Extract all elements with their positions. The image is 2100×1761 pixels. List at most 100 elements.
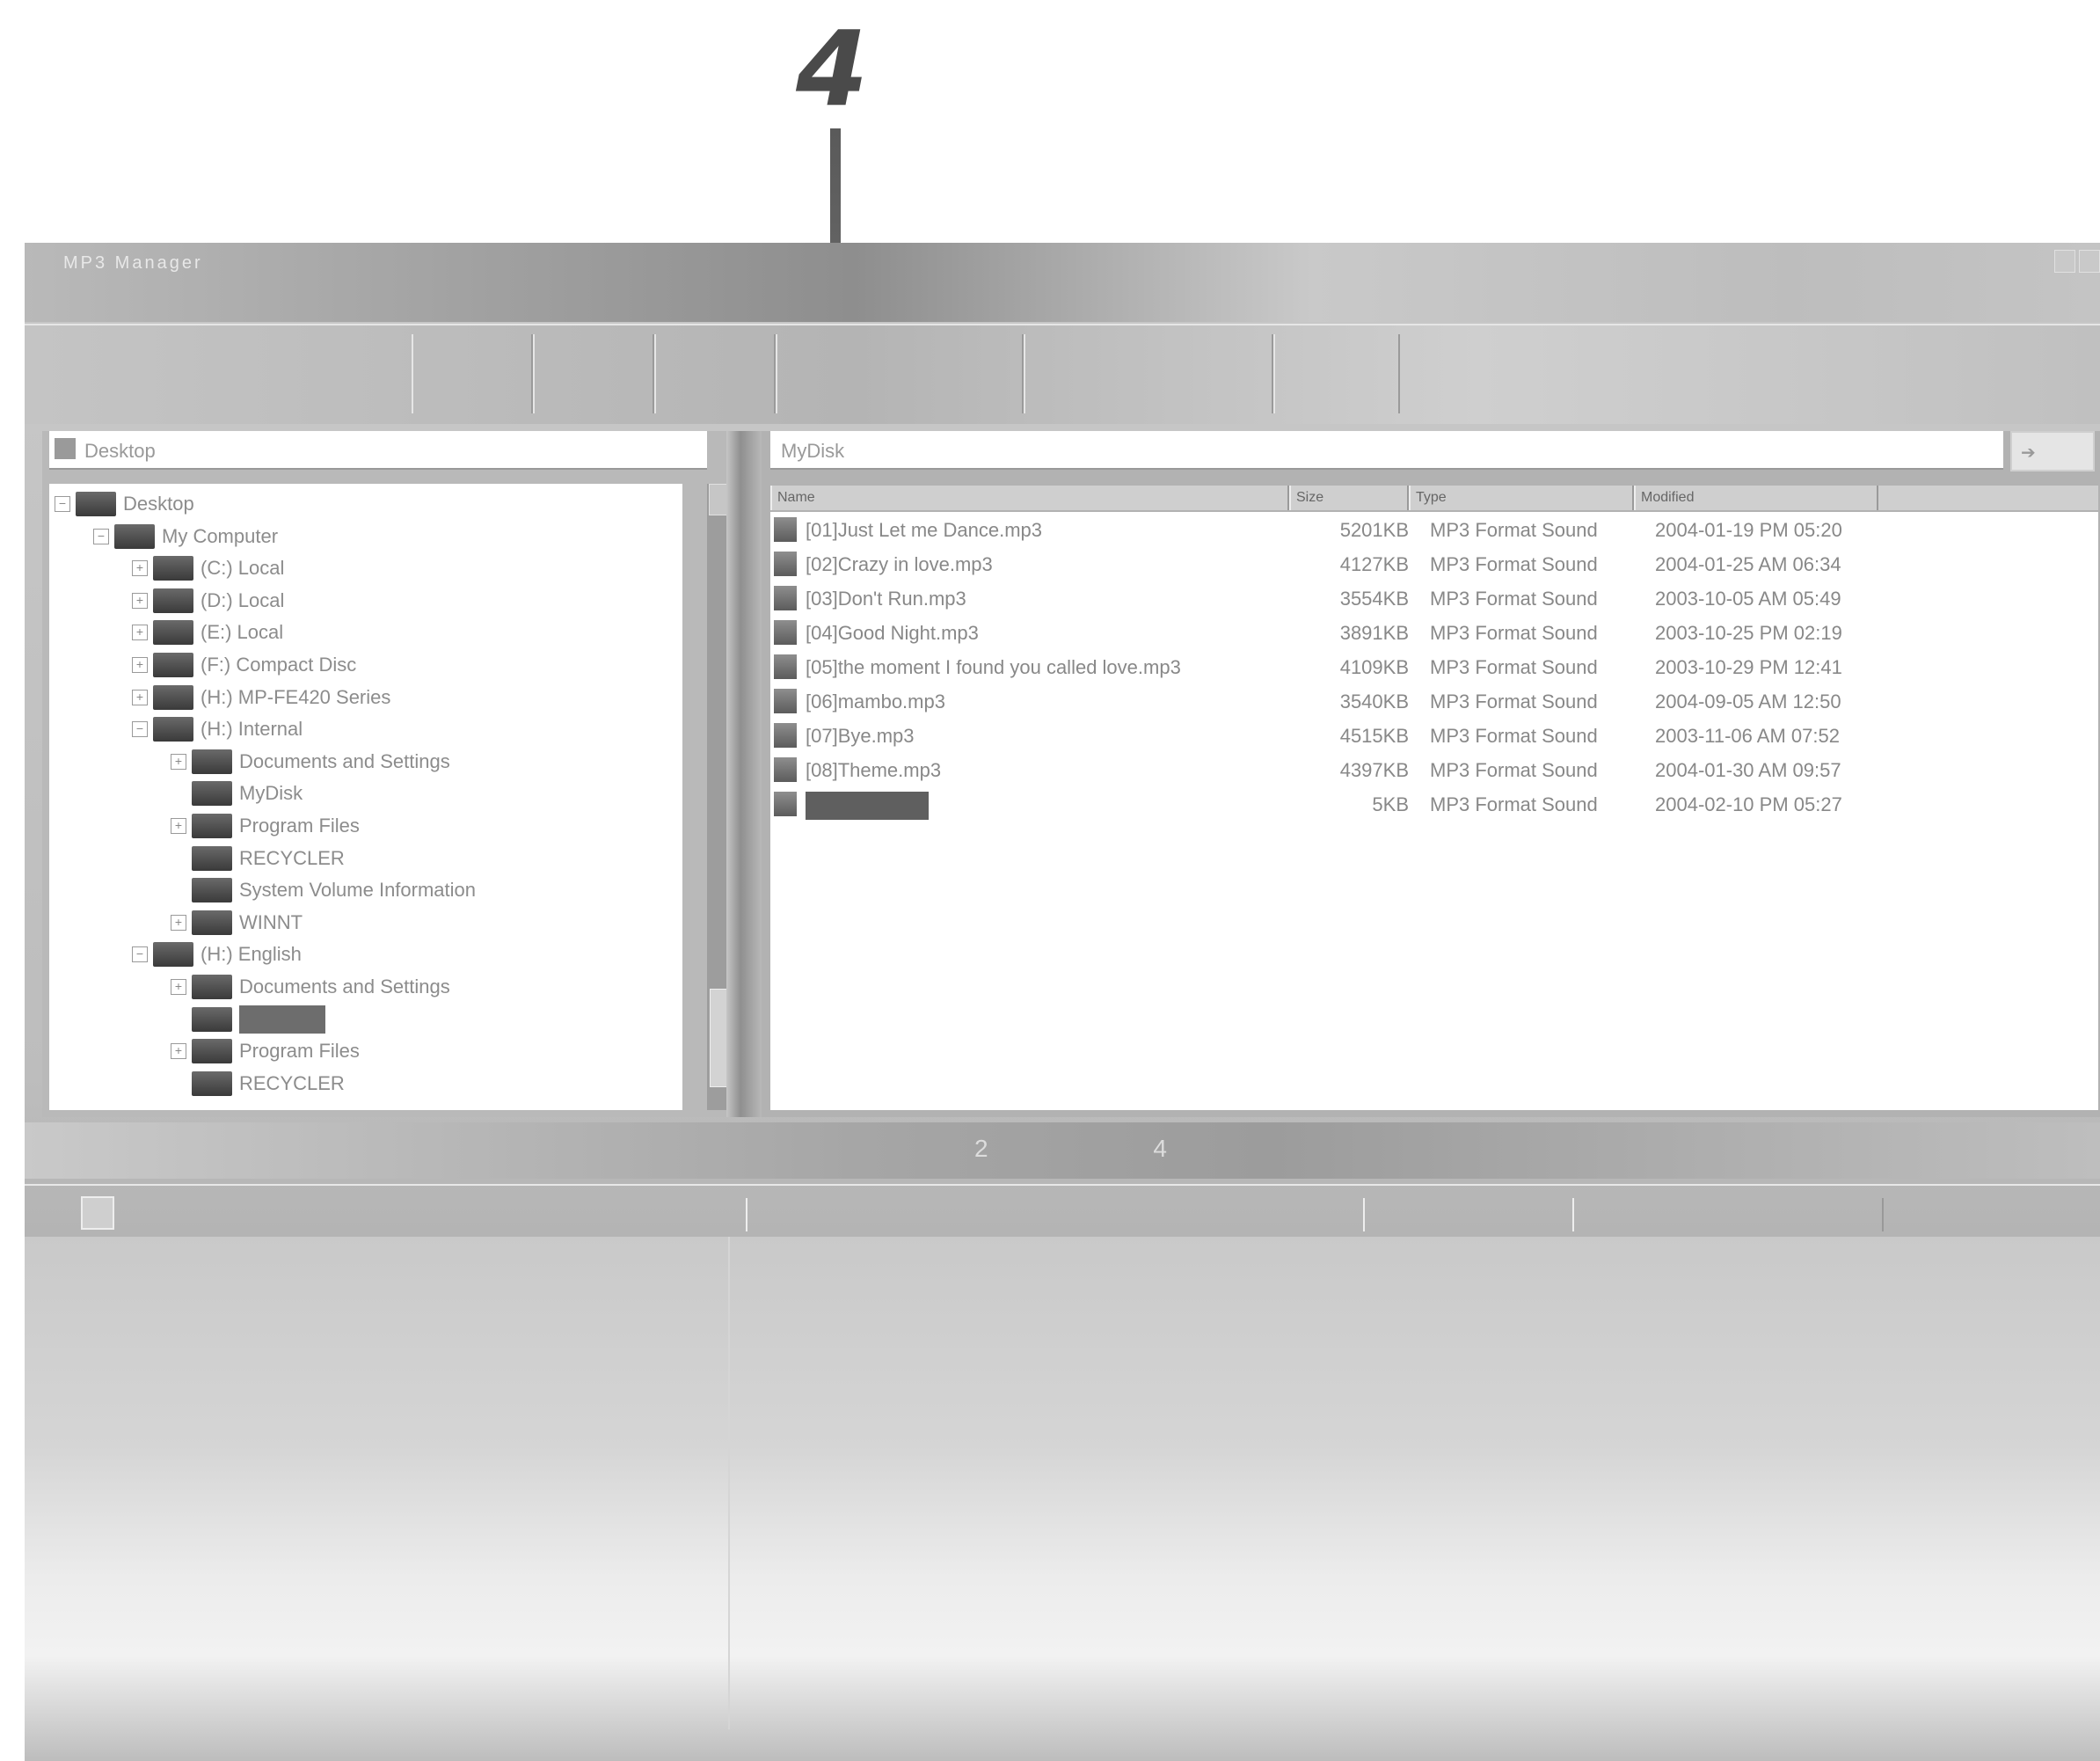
collapse-icon[interactable]: − [93,528,109,544]
tree-item[interactable]: + (D:) Local [132,586,284,616]
file-row[interactable]: [07]Bye.mp3 4515KB MP3 Format Sound 2003-11… [770,720,2098,753]
drive-icon [153,653,193,677]
expand-icon[interactable]: + [171,914,186,931]
folder-icon [192,814,232,838]
mp3-file-icon [774,654,797,679]
pane-splitter[interactable] [726,431,762,1117]
address-field[interactable]: MyDisk [770,431,2003,470]
collapse-icon[interactable]: − [132,721,148,738]
file-row[interactable]: [01]Just Let me Dance.mp3 5201KB MP3 Forma… [770,514,2098,547]
toolbar-button-5[interactable] [1024,334,1273,413]
window-controls [2054,250,2100,273]
file-row[interactable]: [06]mambo.mp3 3540KB MP3 Format Sound 2004-… [770,685,2098,719]
file-date: 2003-10-29 PM 12:41 [1655,656,1842,678]
tree-item-selection[interactable] [239,1005,325,1034]
collapse-icon[interactable]: − [55,496,70,512]
drive-icon [153,620,193,646]
file-row[interactable]: [02]Crazy in love.mp3 4127KB MP3 Format So… [770,548,2098,581]
expand-icon[interactable]: + [171,753,186,770]
column-type[interactable]: Type [1409,486,1634,510]
tree-item[interactable]: RECYCLER [171,1069,345,1099]
tree-item[interactable]: − (H:) English [132,939,302,969]
tree-location-field[interactable]: Desktop [49,431,707,470]
device-column-3[interactable] [1572,1198,1884,1231]
tree-item-label: (D:) Local [201,588,285,611]
tree-item[interactable]: + (C:) Local [132,553,284,583]
file-name-selection[interactable] [806,792,929,820]
file-size: 5201KB [1339,519,1409,541]
tree-item[interactable]: + Program Files [171,811,360,841]
tree-item[interactable]: + (E:) Local [132,617,283,647]
column-modified[interactable]: Modified [1634,486,1878,510]
tree-item[interactable]: + Program Files [171,1036,360,1066]
file-size: 3554KB [1339,588,1409,610]
file-type: MP3 Format Sound [1430,553,1598,575]
file-row[interactable]: [04]Good Night.mp3 3891KB MP3 Format Sound… [770,617,2098,650]
folder-tree: − Desktop − My Computer + (C:) Local + (D:) Loc… [49,484,682,1110]
file-date: 2004-09-05 AM 12:50 [1655,691,1841,712]
tree-item[interactable]: + Documents and Settings [171,972,450,1002]
file-name: [07]Bye.mp3 [806,725,915,747]
toolbar-button-3[interactable] [654,334,776,413]
folder-icon [192,1070,232,1096]
tree-item[interactable]: + (H:) MP-FE420 Series [132,683,390,712]
expand-icon[interactable]: + [171,818,186,834]
column-size[interactable]: Size [1289,486,1409,510]
tree-item-label: RECYCLER [239,846,345,869]
file-type: MP3 Format Sound [1430,759,1598,781]
toolbar-button-1[interactable] [412,334,533,413]
file-row[interactable]: [03]Don't Run.mp3 3554KB MP3 Format Sound 2… [770,582,2098,616]
tree-item[interactable]: − My Computer [93,522,278,552]
file-row[interactable]: [08]Theme.mp3 4397KB MP3 Format Sound 2004-… [770,754,2098,787]
tree-item[interactable]: + WINNT [171,908,303,938]
tree-item[interactable] [171,1005,325,1034]
file-type: MP3 Format Sound [1430,656,1598,678]
expand-icon[interactable]: + [132,689,148,705]
go-button[interactable]: ➔ [2010,431,2095,471]
tree-item-label: Program Files [239,1040,360,1063]
tree-item-label: (F:) Compact Disc [201,654,357,676]
folder-icon [192,781,232,807]
expand-icon[interactable]: + [132,625,148,641]
expand-icon[interactable]: + [171,979,186,995]
collapse-icon[interactable]: − [132,946,148,963]
toolbar-button-2[interactable] [533,334,654,413]
file-row[interactable]: [05]the moment I found you called love.m… [770,651,2098,684]
tree-item[interactable]: RECYCLER [171,844,345,873]
device-column-1[interactable] [746,1198,1365,1231]
file-size: 5KB [1372,793,1409,815]
tree-item[interactable]: + (F:) Compact Disc [132,650,356,680]
tree-item[interactable]: + Documents and Settings [171,747,450,777]
maximize-button[interactable] [2079,250,2100,273]
tree-item[interactable]: − Desktop [55,489,194,519]
file-row[interactable]: 5KB MP3 Format Sound 2004-02-10 PM 05:27 [770,788,2098,822]
folder-icon [192,910,232,935]
file-list: [01]Just Let me Dance.mp3 5201KB MP3 Forma… [770,512,2098,1110]
title-bar[interactable]: MP3 Manager [25,243,2100,322]
folder-tree-pane: Desktop − Desktop − My Computer + (C:) Local +… [42,431,733,1117]
toolbar-button-4[interactable] [776,334,1024,413]
callout-number: 4 [796,8,869,129]
tree-item[interactable]: MyDisk [171,778,303,808]
folder-icon [192,975,232,999]
file-name: [02]Crazy in love.mp3 [806,553,993,575]
tree-item-label: Program Files [239,815,360,837]
expand-icon[interactable]: + [171,1043,186,1060]
expand-icon[interactable]: + [132,592,148,609]
tree-item[interactable]: System Volume Information [171,875,476,905]
tree-item-label: RECYCLER [239,1071,345,1094]
folder-icon [192,1006,232,1032]
minimize-button[interactable] [2054,250,2075,273]
column-name[interactable]: Name [770,486,1289,510]
file-name: [06]mambo.mp3 [806,691,945,712]
tree-item-label: My Computer [162,524,279,547]
toolbar [25,324,2100,424]
tree-item[interactable]: − (H:) Internal [132,714,303,744]
expand-icon[interactable]: + [132,560,148,577]
device-column-2[interactable] [1363,1198,1574,1231]
folder-icon [192,878,232,903]
expand-icon[interactable]: + [132,657,148,673]
device-icon[interactable] [81,1196,114,1230]
toolbar-button-6[interactable] [1273,334,1400,413]
tree-item-label: Documents and Settings [239,975,450,997]
